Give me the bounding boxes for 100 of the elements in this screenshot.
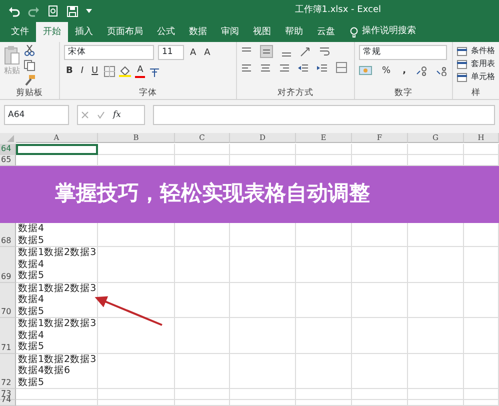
table-cell[interactable]: 数据1数据2数据3 数据4 数据5 [16, 318, 98, 354]
align-middle-icon[interactable] [260, 45, 273, 58]
increase-indent-icon[interactable] [317, 62, 328, 72]
comma-style-button[interactable]: , [400, 64, 408, 78]
table-cell[interactable] [175, 400, 230, 406]
table-style-icon[interactable] [457, 72, 467, 82]
lightbulb-icon[interactable] [350, 26, 358, 38]
table-cell[interactable] [464, 223, 499, 247]
align-right-icon[interactable] [279, 62, 290, 72]
phonetic-icon[interactable] [149, 66, 160, 76]
table-cell[interactable] [175, 354, 230, 389]
font-size-field[interactable]: 11 [158, 45, 184, 60]
table-cell[interactable] [296, 354, 352, 389]
align-left-icon[interactable] [241, 62, 252, 72]
table-cell[interactable] [230, 144, 296, 155]
table-cell[interactable] [230, 318, 296, 354]
table-cell[interactable] [464, 389, 499, 400]
select-all-icon[interactable] [0, 133, 16, 144]
table-cell[interactable] [98, 223, 175, 247]
row-header[interactable]: 72 [0, 354, 16, 389]
table-cell[interactable] [408, 354, 464, 389]
table-cell[interactable] [464, 144, 499, 155]
table-cell[interactable] [16, 400, 98, 406]
currency-icon[interactable] [359, 66, 372, 76]
styles-menu-item[interactable]: 单元格 [471, 71, 495, 83]
row-header[interactable]: 70 [0, 282, 16, 318]
ribbon-tab[interactable]: 页面布局 [100, 22, 150, 42]
row-header[interactable]: 65 [0, 155, 16, 166]
fill-color-icon[interactable] [119, 65, 132, 77]
row-header[interactable]: 71 [0, 318, 16, 354]
table-cell[interactable] [230, 354, 296, 389]
table-style-icon[interactable] [457, 60, 467, 68]
table-cell[interactable] [98, 318, 175, 354]
ribbon-tab[interactable]: 插入 [68, 22, 100, 42]
decrease-font-size-button[interactable]: A [202, 46, 212, 60]
table-cell[interactable] [352, 354, 408, 389]
format-painter-icon[interactable] [24, 75, 35, 86]
table-cell[interactable] [296, 318, 352, 354]
tell-me-search[interactable]: 操作说明搜索 [362, 25, 416, 39]
ribbon-tab[interactable]: 开始 [36, 22, 68, 42]
border-icon[interactable] [104, 66, 116, 76]
table-cell[interactable] [352, 223, 408, 247]
table-cell[interactable] [352, 318, 408, 354]
cancel-icon[interactable] [81, 111, 89, 119]
name-box[interactable]: A64 [4, 105, 69, 125]
formula-input-field[interactable] [153, 105, 495, 125]
copy-icon[interactable] [24, 60, 35, 71]
ribbon-tab[interactable]: 数据 [182, 22, 214, 42]
wrap-text-icon[interactable] [319, 46, 330, 57]
merge-cells-icon[interactable] [336, 62, 347, 73]
table-cell[interactable] [352, 389, 408, 400]
table-cell[interactable] [230, 389, 296, 400]
table-cell[interactable] [98, 247, 175, 282]
table-cell[interactable] [16, 389, 98, 400]
print-preview-icon[interactable] [48, 5, 59, 17]
table-style-icon[interactable] [457, 46, 467, 56]
table-cell[interactable] [352, 282, 408, 318]
table-cell[interactable] [16, 144, 98, 155]
percent-button[interactable]: % [380, 64, 393, 78]
save-icon[interactable] [67, 6, 78, 16]
table-cell[interactable] [296, 144, 352, 155]
increase-font-size-button[interactable]: A [188, 46, 198, 60]
table-cell[interactable] [408, 400, 464, 406]
table-cell[interactable] [98, 400, 175, 406]
table-cell[interactable] [98, 282, 175, 318]
enter-icon[interactable] [97, 111, 105, 119]
insert-function-button[interactable]: fx [113, 108, 121, 122]
ribbon-tab[interactable]: 视图 [246, 22, 278, 42]
table-cell[interactable] [408, 223, 464, 247]
ribbon-tab[interactable]: 帮助 [278, 22, 310, 42]
redo-icon[interactable] [28, 5, 40, 17]
table-cell[interactable] [175, 144, 230, 155]
ribbon-tab[interactable]: 审阅 [214, 22, 246, 42]
table-cell[interactable] [464, 282, 499, 318]
row-header[interactable]: 64 [0, 144, 16, 155]
row-header[interactable]: 69 [0, 247, 16, 282]
table-cell[interactable] [464, 318, 499, 354]
table-cell[interactable] [352, 144, 408, 155]
table-cell[interactable] [296, 282, 352, 318]
table-cell[interactable] [408, 318, 464, 354]
align-center-icon[interactable] [260, 62, 271, 72]
table-cell[interactable]: 数据1数据2数据3 数据4 数据5 [16, 247, 98, 282]
table-cell[interactable] [98, 354, 175, 389]
table-cell[interactable] [230, 400, 296, 406]
table-cell[interactable]: 数据1数据2数据3 数据4 数据5 [16, 282, 98, 318]
table-cell[interactable] [408, 389, 464, 400]
number-format-field[interactable]: 常规 [359, 45, 447, 60]
bold-button[interactable]: B [64, 64, 75, 78]
styles-menu-item[interactable]: 条件格 [471, 45, 495, 57]
italic-button[interactable]: I [78, 64, 86, 78]
table-cell[interactable] [296, 389, 352, 400]
table-cell[interactable] [175, 223, 230, 247]
orientation-icon[interactable] [300, 46, 311, 57]
styles-menu-item[interactable]: 套用表 [471, 58, 495, 70]
ribbon-tab[interactable]: 云盘 [310, 22, 342, 42]
font-name-field[interactable]: 宋体 [64, 45, 154, 60]
table-cell[interactable] [98, 389, 175, 400]
table-cell[interactable] [175, 282, 230, 318]
table-cell[interactable]: 数据4 数据5 [16, 223, 98, 247]
decrease-indent-icon[interactable] [298, 62, 309, 72]
